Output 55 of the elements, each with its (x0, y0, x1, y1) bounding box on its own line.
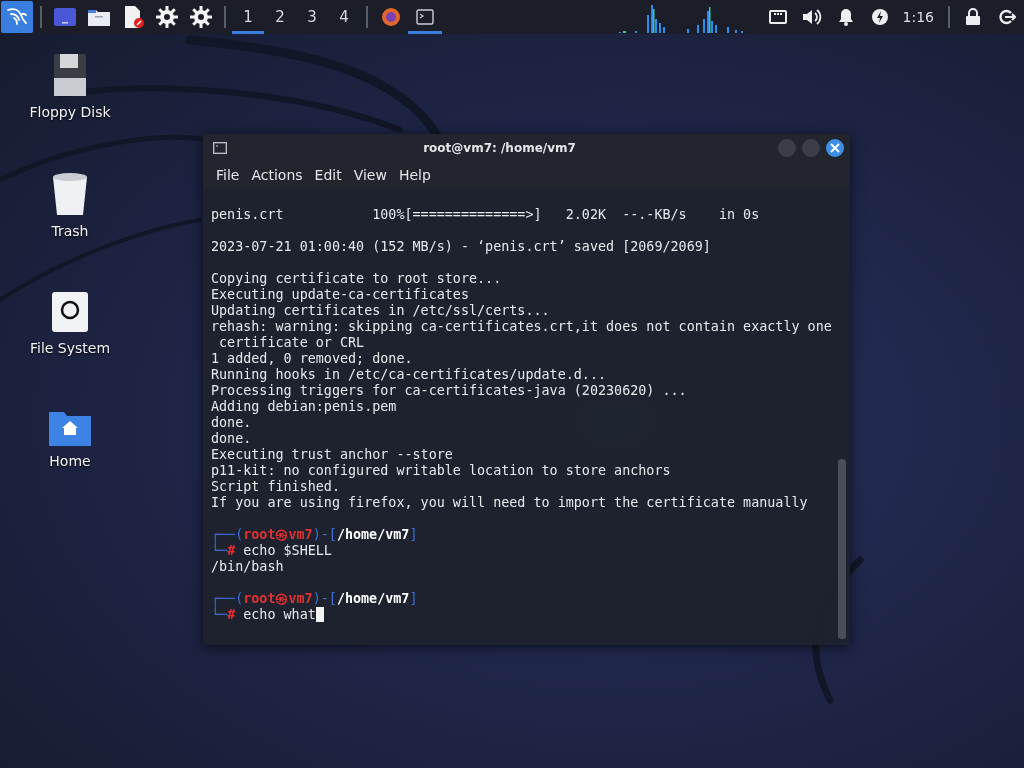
output-line: 1 added, 0 removed; done. (211, 351, 413, 367)
close-icon (830, 142, 840, 153)
window-title: root@vm7: /home/vm7 (423, 140, 576, 155)
home-folder-icon (48, 409, 92, 447)
workspace-button[interactable]: 3 (296, 0, 328, 34)
output-line: Executing trust anchor --store (211, 447, 453, 463)
output-line: Copying certificate to root store... (211, 271, 502, 287)
bell-icon (837, 8, 854, 26)
prompt-line: ┌──(root㉿vm7)-[/home/vm7] (211, 591, 418, 607)
output-line: rehash: warning: skipping ca-certificates.crt,it does not contain exactly one (211, 319, 832, 335)
workspace-button[interactable]: 1 (232, 0, 264, 34)
prompt-line: ┌──(root㉿vm7)-[/home/vm7] (211, 527, 418, 543)
clock[interactable]: 1:16 (902, 9, 934, 25)
volume-icon (801, 8, 822, 26)
output-line: p11-kit: no configured writable location to store anchors (211, 463, 671, 479)
desktop-icon-label[interactable]: Home (49, 453, 91, 469)
desktop-icon-label[interactable]: File System (29, 340, 111, 356)
gear-icon (155, 5, 179, 29)
gear-icon (189, 5, 213, 29)
close-button[interactable] (826, 138, 844, 157)
trash-icon (50, 171, 90, 217)
output-line: Script finished. (211, 479, 340, 495)
output-line: Running hooks in /etc/ca-certificates/update.d... (211, 367, 607, 383)
logout-icon (998, 8, 1016, 26)
menu-item[interactable]: View (348, 164, 392, 186)
output-line: certificate or CRL (218, 335, 365, 351)
terminal-icon (416, 9, 434, 25)
output-line: 2023-07-21 01:00:40 (152 MB/s) - ‘penis.crt’ saved [2069/2069] (211, 239, 711, 255)
output-line: Adding debian:penis.pem (211, 399, 397, 415)
folder-icon (87, 7, 111, 27)
desktop-icon-label[interactable]: Trash (51, 223, 89, 239)
network-icon (768, 9, 787, 25)
output-line: Updating certificates in /etc/ssl/certs... (211, 303, 550, 319)
command-line: └─# echo what (211, 607, 316, 623)
drive-icon (50, 290, 90, 334)
command-line: └─# echo $SHELL (211, 543, 332, 559)
output-line: Executing update-ca-certificates (211, 287, 469, 303)
output-line: penis.crt 100%[==============>] 2.02K --.-KB/s in 0s (211, 207, 760, 223)
workspace-button[interactable]: 2 (264, 0, 296, 34)
screen-icon (53, 7, 77, 27)
scrollbar-thumb[interactable] (838, 459, 846, 639)
menu-item[interactable]: Actions (246, 164, 308, 186)
workspace-button[interactable]: 4 (328, 0, 360, 34)
output-line: Processing triggers for ca-certificates-java (20230620) ... (211, 383, 687, 399)
output-line: If you are using firefox, you will need to import the certificate manually (211, 495, 808, 511)
terminal-icon (213, 141, 227, 154)
menu-item[interactable]: Help (393, 164, 436, 186)
bolt-icon (870, 8, 889, 26)
menu-item[interactable]: File (211, 164, 245, 186)
desktop-icon-label[interactable]: Floppy Disk (29, 104, 111, 120)
output-line: /bin/bash (211, 559, 284, 575)
lock-icon (965, 8, 981, 26)
menu-item[interactable]: Edit (309, 164, 347, 186)
output-line: done. (211, 415, 252, 431)
output-line: done. (211, 431, 252, 447)
